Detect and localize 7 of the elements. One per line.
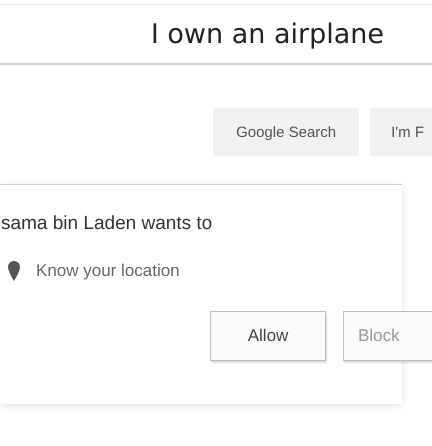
search-field[interactable]: I own an airplane: [0, 4, 432, 65]
permission-request: Know your location: [36, 261, 180, 281]
search-button[interactable]: Google Search: [213, 108, 360, 156]
popup-title: sama bin Laden wants to: [0, 213, 214, 235]
location-icon: [8, 261, 20, 281]
lucky-button[interactable]: I'm F: [370, 108, 432, 156]
allow-button[interactable]: Allow: [210, 311, 326, 361]
